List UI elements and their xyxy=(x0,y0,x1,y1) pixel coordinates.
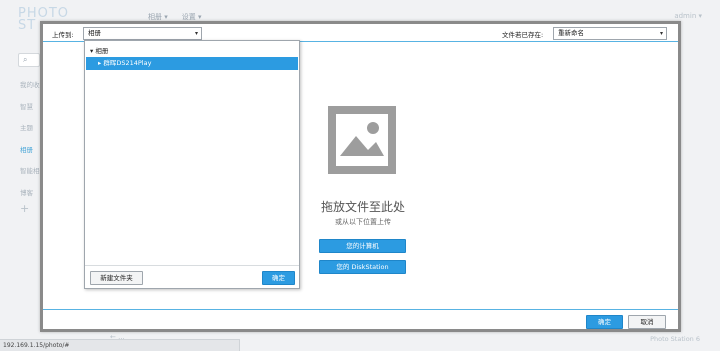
panel-ok-button[interactable]: 确定 xyxy=(262,271,295,285)
browser-status-bar: 192.169.1.15/photo/# xyxy=(0,339,240,351)
drop-subtitle: 或从以下位置上传 xyxy=(335,218,391,226)
ok-button[interactable]: 确定 xyxy=(586,315,623,329)
upload-to-value: 相册 xyxy=(88,29,101,37)
search-input[interactable]: ⌕ xyxy=(18,53,40,67)
search-icon: ⌕ xyxy=(23,55,28,64)
add-icon[interactable]: + xyxy=(20,202,29,215)
divider xyxy=(43,309,678,310)
upload-from-diskstation-button[interactable]: 您的 DiskStation xyxy=(319,260,406,274)
tree-root-item[interactable]: ▾ 相册 xyxy=(90,45,108,55)
upload-to-select[interactable]: 相册 ▾ xyxy=(83,27,202,40)
upload-from-computer-button[interactable]: 您的计算机 xyxy=(319,239,406,253)
chevron-down-icon: ▾ xyxy=(659,30,663,37)
chevron-down-icon[interactable]: ▾ xyxy=(90,47,93,55)
tree-item-label: 群晖DS214Play xyxy=(103,59,152,67)
chevron-down-icon: ▾ xyxy=(194,30,198,37)
cancel-button[interactable]: 取消 xyxy=(628,315,666,329)
drop-title: 拖放文件至此处 xyxy=(320,200,405,214)
file-exists-label: 文件若已存在: xyxy=(502,31,544,39)
divider xyxy=(85,265,299,266)
new-folder-button[interactable]: 新建文件夹 xyxy=(90,271,143,285)
upload-to-label: 上传到: xyxy=(52,31,74,39)
image-icon xyxy=(328,106,396,174)
user-menu[interactable]: admin ▾ xyxy=(674,12,702,20)
file-exists-value: 重新命名 xyxy=(558,29,584,37)
tree-item-selected[interactable]: ▸ 群晖DS214Play xyxy=(86,57,298,70)
tree-root-label: 相册 xyxy=(95,47,109,55)
version-label: Photo Station 6 xyxy=(650,335,700,343)
file-exists-select[interactable]: 重新命名 ▾ xyxy=(553,27,667,40)
folder-picker-panel: ▾ 相册 ▸ 群晖DS214Play 新建文件夹 确定 xyxy=(84,40,300,289)
chevron-right-icon[interactable]: ▸ xyxy=(98,59,101,67)
